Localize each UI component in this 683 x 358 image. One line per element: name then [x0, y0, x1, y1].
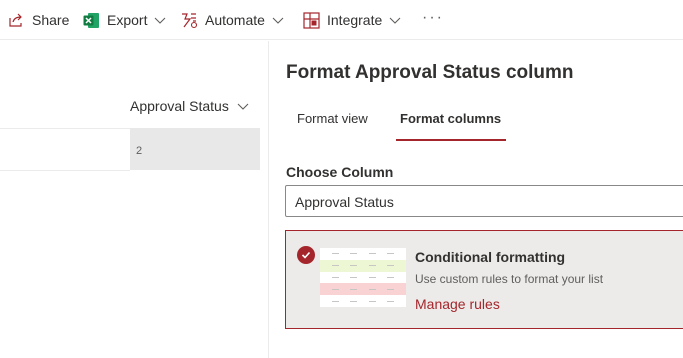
- integrate-button[interactable]: Integrate: [302, 7, 401, 33]
- more-options-icon[interactable]: ···: [422, 9, 444, 27]
- preview-dash: [368, 253, 376, 255]
- preview-dash: [387, 276, 395, 278]
- preview-dash: [368, 265, 376, 267]
- integrate-icon: [302, 11, 320, 29]
- tab-format-view[interactable]: Format view: [297, 111, 368, 126]
- preview-dash: [387, 288, 395, 290]
- preview-dash: [387, 265, 395, 267]
- command-bar: Share Export Automate Integrate ···: [0, 0, 683, 40]
- integrate-label: Integrate: [327, 12, 383, 28]
- choose-column-label: Choose Column: [286, 164, 394, 180]
- panel-title: Format Approval Status column: [286, 62, 574, 83]
- checkmark-icon: [297, 246, 315, 264]
- chevron-down-icon: [389, 14, 401, 26]
- preview-row: [320, 271, 406, 284]
- tab-format-columns[interactable]: Format columns: [400, 111, 501, 126]
- chevron-down-icon: [272, 14, 284, 26]
- preview-dash: [368, 300, 376, 302]
- preview-dash: [331, 265, 339, 267]
- preview-dash: [331, 288, 339, 290]
- export-label: Export: [107, 12, 148, 28]
- panel-divider: [268, 41, 269, 358]
- export-button[interactable]: Export: [82, 7, 166, 33]
- preview-dash: [331, 276, 339, 278]
- preview-dash: [387, 300, 395, 302]
- preview-row: [320, 283, 406, 296]
- selected-tab-indicator: [396, 139, 506, 141]
- share-label: Share: [32, 12, 70, 28]
- share-icon: [7, 11, 25, 29]
- preview-dash: [368, 276, 376, 278]
- automate-button[interactable]: Automate: [180, 7, 284, 33]
- preview-dash: [350, 276, 358, 278]
- approval-status-cell[interactable]: 2: [130, 128, 260, 170]
- list-view: [0, 41, 268, 358]
- preview-dash: [331, 253, 339, 255]
- preview-dash: [331, 300, 339, 302]
- column-header-approval-status[interactable]: Approval Status: [130, 97, 249, 115]
- preview-dash: [350, 300, 358, 302]
- choose-column-dropdown[interactable]: Approval Status: [285, 185, 683, 217]
- column-header-label: Approval Status: [130, 98, 229, 114]
- preview-dash: [350, 253, 358, 255]
- option-title: Conditional formatting: [415, 249, 566, 265]
- preview-row: [320, 248, 406, 260]
- chevron-down-icon: [154, 14, 166, 26]
- excel-icon: [82, 11, 100, 29]
- preview-row: [320, 295, 406, 307]
- chevron-down-icon: [237, 100, 249, 112]
- share-button[interactable]: Share: [7, 7, 69, 33]
- conditional-formatting-option[interactable]: Conditional formatting Use custom rules …: [285, 230, 683, 329]
- flow-icon: [180, 11, 198, 29]
- preview-dash: [350, 265, 358, 267]
- automate-label: Automate: [205, 12, 265, 28]
- row-divider: [0, 170, 130, 171]
- formatting-preview-icon: [320, 248, 406, 307]
- preview-dash: [368, 288, 376, 290]
- preview-row: [320, 259, 406, 272]
- option-description: Use custom rules to format your list: [415, 272, 604, 286]
- preview-dash: [350, 288, 358, 290]
- preview-dash: [387, 253, 395, 255]
- manage-rules-link[interactable]: Manage rules: [415, 296, 500, 312]
